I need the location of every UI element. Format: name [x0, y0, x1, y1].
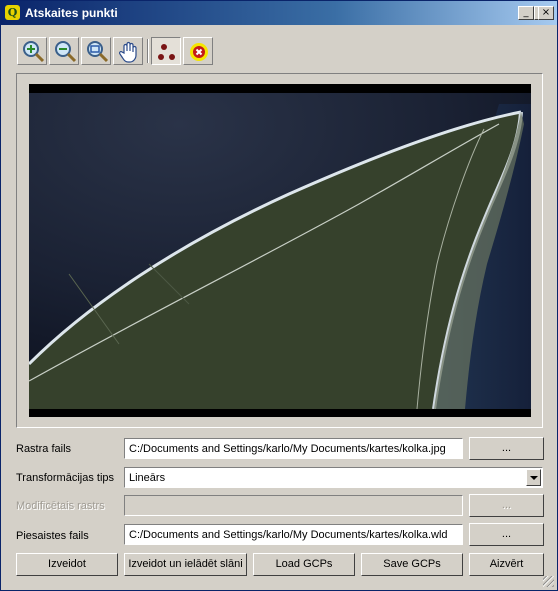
raster-browse-button[interactable]: ... — [469, 437, 544, 460]
transform-type-label: Transformācijas tips — [16, 472, 115, 484]
zoom-full-button[interactable] — [81, 37, 111, 65]
zoom-in-icon — [23, 41, 45, 63]
map-canvas-frame — [16, 73, 543, 428]
modified-browse-button: ... — [469, 494, 544, 517]
close-window-button[interactable]: × — [538, 6, 554, 20]
zoom-out-icon — [55, 41, 77, 63]
load-gcps-button[interactable]: Load GCPs — [253, 553, 355, 576]
pan-button[interactable] — [113, 37, 143, 65]
pan-hand-icon — [119, 41, 137, 63]
chevron-down-icon[interactable] — [526, 469, 541, 486]
transform-type-select[interactable]: Lineārs — [124, 467, 543, 488]
window-title: Atskaites punkti — [25, 6, 118, 20]
zoom-out-button[interactable] — [49, 37, 79, 65]
raster-file-label: Rastra fails — [16, 443, 72, 455]
save-gcps-button[interactable]: Save GCPs — [361, 553, 463, 576]
title-bar[interactable]: Q Atskaites punkti _ □ — [1, 1, 557, 25]
create-and-load-button[interactable]: Izveidot un ielādēt slāni — [124, 553, 247, 576]
map-canvas[interactable] — [29, 84, 531, 417]
delete-point-button[interactable] — [183, 37, 213, 65]
zoom-in-button[interactable] — [17, 37, 47, 65]
satellite-image — [29, 84, 531, 417]
transform-type-value: Lineārs — [129, 472, 166, 484]
add-point-icon — [158, 44, 175, 60]
raster-file-field[interactable]: C:/Documents and Settings/karlo/My Docum… — [124, 438, 463, 459]
modified-raster-label: Modificētais rastrs — [16, 500, 105, 512]
zoom-full-icon — [87, 41, 109, 63]
resize-grip[interactable] — [543, 576, 554, 587]
world-browse-button[interactable]: ... — [469, 523, 544, 546]
add-point-button[interactable] — [151, 37, 181, 65]
world-file-field[interactable]: C:/Documents and Settings/karlo/My Docum… — [124, 524, 463, 545]
create-button[interactable]: Izveidot — [16, 553, 118, 576]
world-file-label: Piesaistes fails — [16, 530, 89, 542]
georeferencer-dialog: Q Atskaites punkti _ □ — [0, 0, 558, 591]
minimize-button[interactable]: _ — [518, 6, 534, 20]
close-dialog-button[interactable]: Aizvērt — [469, 553, 544, 576]
toolbar-separator — [147, 39, 149, 63]
delete-point-icon — [190, 43, 208, 61]
qgis-app-icon: Q — [5, 5, 20, 20]
modified-raster-field — [124, 495, 463, 516]
